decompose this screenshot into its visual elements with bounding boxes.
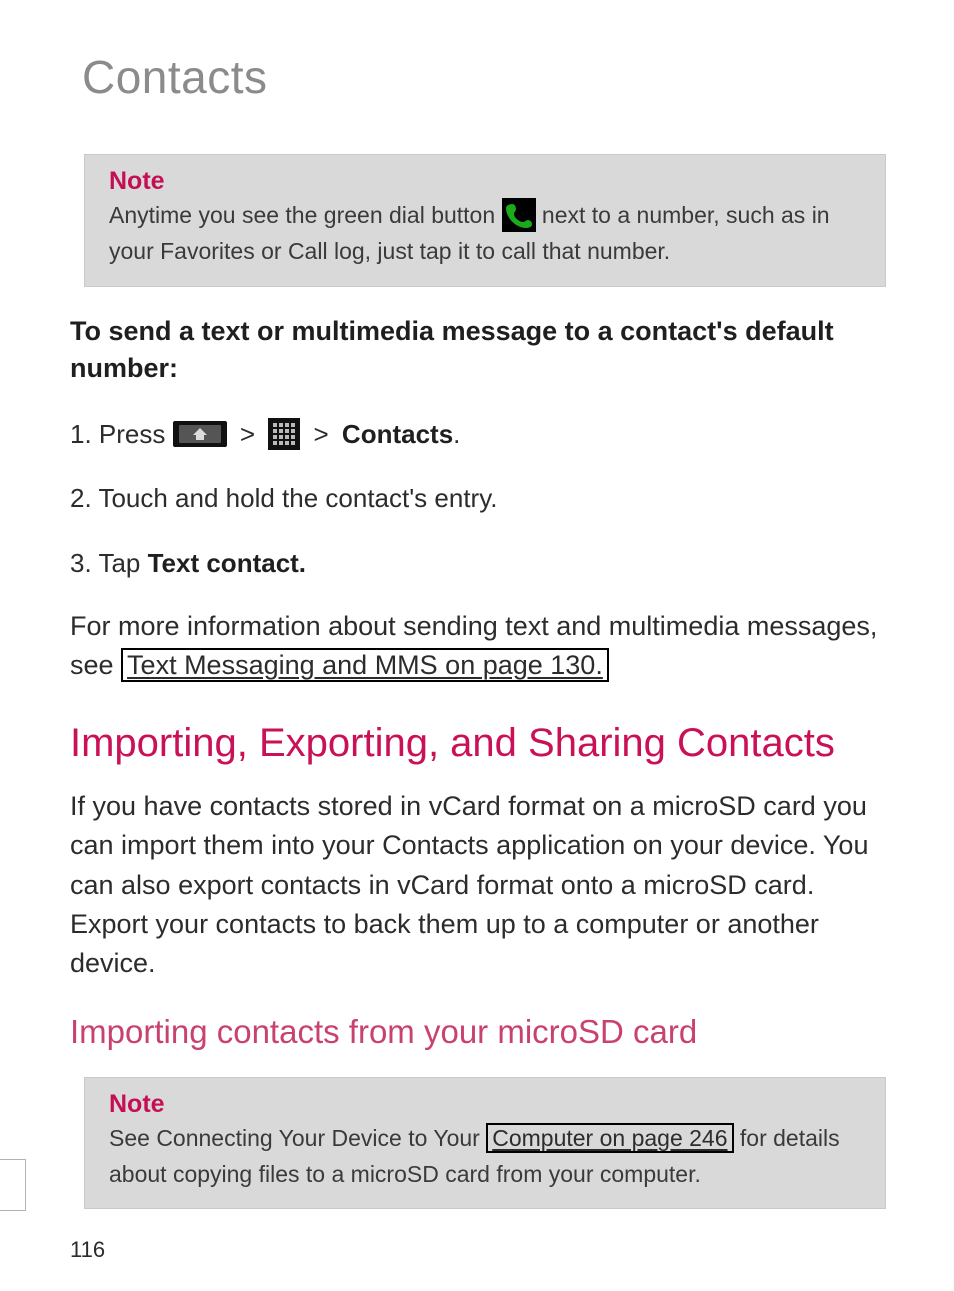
heading-importing-exporting: Importing, Exporting, and Sharing Contac… (70, 719, 886, 767)
link-computer-page[interactable]: Computer on page 246 (486, 1123, 733, 1153)
step-1: 1. Press > > Contacts. (70, 414, 886, 454)
step-2-text: Touch and hold the contact's entry. (92, 483, 498, 513)
link-text-messaging[interactable]: Text Messaging and MMS on page 130. (121, 648, 609, 682)
note-body-2: See Connecting Your Device to Your Compu… (109, 1121, 861, 1192)
note2-pre: See Connecting Your Device to Your (109, 1125, 486, 1151)
note-box-1: Note Anytime you see the green dial butt… (84, 154, 886, 287)
step-1-sep2: > (314, 419, 336, 449)
step-2-num: 2. (70, 483, 92, 513)
note-body-1: Anytime you see the green dial button ne… (109, 198, 861, 270)
step-1-press: Press (99, 419, 173, 449)
step-1-num: 1. (70, 419, 92, 449)
para-vcard: If you have contacts stored in vCard for… (70, 787, 886, 983)
step-1-sep1: > (240, 419, 262, 449)
step-3: 3. Tap Text contact. (70, 543, 886, 583)
step-3-pre: Tap (92, 548, 148, 578)
page-edge-tab (0, 1159, 26, 1211)
page: Contacts Note Anytime you see the green … (0, 0, 954, 1291)
more-info-para: For more information about sending text … (70, 607, 886, 685)
page-number: 116 (70, 1237, 105, 1263)
step-3-num: 3. (70, 548, 92, 578)
step-1-contacts: Contacts (342, 419, 453, 449)
home-button-icon (173, 421, 227, 447)
note2-label: Note (109, 1090, 861, 1119)
section-heading-send-message: To send a text or multimedia message to … (70, 313, 886, 389)
step-1-dot: . (453, 419, 460, 449)
note-label: Note (109, 167, 861, 196)
dial-icon (502, 198, 536, 232)
heading-importing-microsd: Importing contacts from your microSD car… (70, 1013, 886, 1051)
page-title: Contacts (82, 50, 886, 104)
apps-grid-icon (268, 418, 300, 450)
note-box-2: Note See Connecting Your Device to Your … (84, 1077, 886, 1209)
step-3-bold: Text contact. (148, 548, 306, 578)
note1-text-before: Anytime you see the green dial button (109, 202, 502, 228)
step-2: 2. Touch and hold the contact's entry. (70, 478, 886, 518)
